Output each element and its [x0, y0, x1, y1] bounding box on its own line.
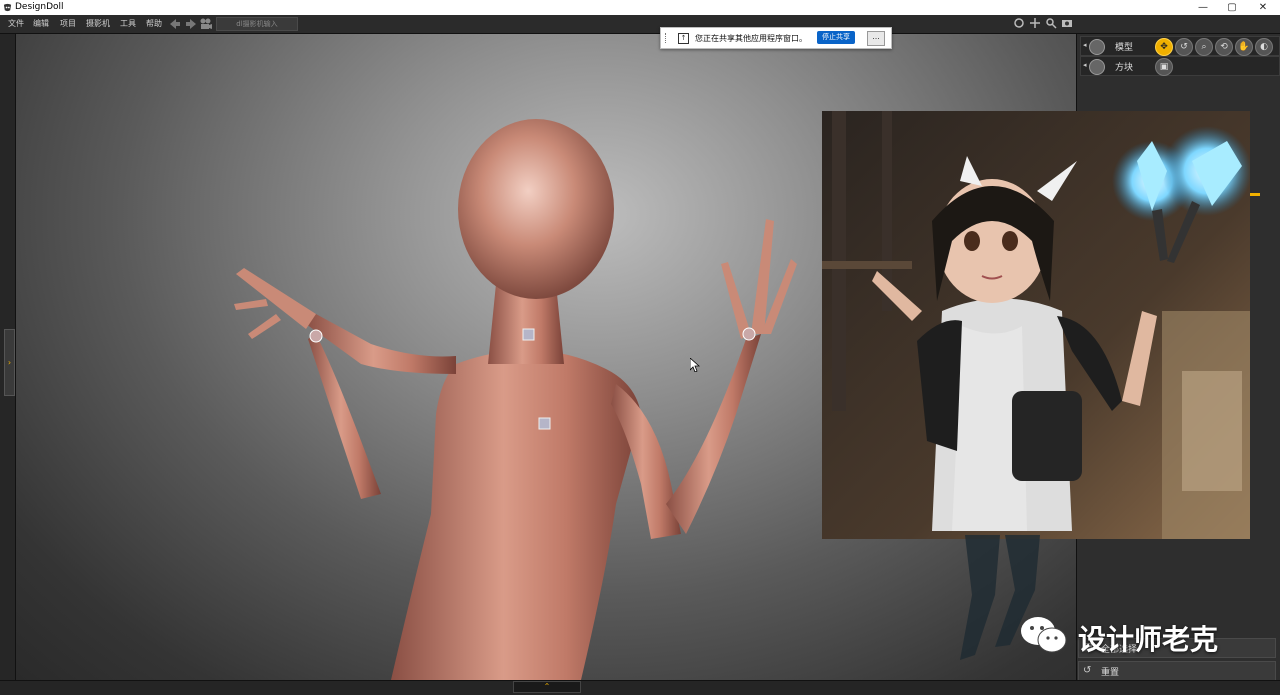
screen-share-notification: ↑ 您正在共享其他应用程序窗口。 停止共享 ... — [660, 27, 892, 49]
expand-caret-icon[interactable]: ◂ — [1083, 61, 1087, 69]
watermark-text: 设计师老克 — [1078, 623, 1219, 656]
bottom-bar: ⌃ — [0, 680, 1280, 695]
chest-control-handle[interactable] — [538, 417, 551, 430]
menu-camera[interactable]: 摄影机 — [86, 18, 110, 29]
move-tool-icon[interactable]: ✥ — [1155, 38, 1173, 56]
wechat-logo-icon — [1021, 617, 1067, 653]
menu-bar: 文件 编辑 项目 摄影机 工具 帮助 dl摄影机输入 — [0, 15, 1280, 34]
bend-tool-icon[interactable]: ↺ — [1175, 38, 1193, 56]
menu-file[interactable]: 文件 — [8, 18, 24, 29]
mouse-cursor-icon — [690, 358, 700, 372]
rotate-view-icon[interactable] — [1013, 17, 1025, 29]
panel-row-label: 模型 — [1115, 43, 1134, 53]
reset-icon: ↺ — [1083, 665, 1092, 676]
camera-input[interactable]: dl摄影机输入 — [216, 17, 298, 31]
cube-icon[interactable]: ▣ — [1155, 58, 1173, 76]
designdoll-logo-icon — [3, 3, 12, 12]
expand-caret-icon[interactable]: ◂ — [1083, 41, 1087, 49]
panel-row-block[interactable]: ◂ 方块 ▣ — [1080, 56, 1280, 76]
share-message: 您正在共享其他应用程序窗口。 — [695, 34, 807, 43]
share-more-button[interactable]: ... — [867, 31, 885, 46]
expand-bottom-panel-handle[interactable]: ⌃ — [513, 681, 581, 693]
panel-row-label: 方块 — [1115, 63, 1134, 73]
maximize-button[interactable]: ▢ — [1219, 0, 1245, 15]
menu-help[interactable]: 帮助 — [146, 18, 162, 29]
reference-image-anime-girl — [822, 111, 1250, 539]
reset-label: 重置 — [1101, 668, 1120, 678]
title-bar: DesignDoll — ▢ ✕ — [0, 0, 1280, 15]
model-icon — [1089, 39, 1105, 55]
mirror-tool-icon[interactable]: ◐ — [1255, 38, 1273, 56]
pan-view-icon[interactable] — [1029, 17, 1041, 29]
wrist-joint-left-icon[interactable] — [742, 327, 756, 341]
expand-left-panel-handle[interactable]: › — [4, 329, 15, 396]
close-button[interactable]: ✕ — [1250, 0, 1276, 15]
screenshot-camera-icon[interactable] — [1061, 17, 1073, 29]
block-icon — [1089, 59, 1105, 75]
wechat-watermark: 设计师老克 — [1018, 612, 1258, 662]
hand-pose-tool-icon[interactable]: ✋ — [1235, 38, 1253, 56]
magnify-tool-icon[interactable]: ⌕ — [1195, 38, 1213, 56]
menu-project[interactable]: 项目 — [60, 18, 76, 29]
neck-control-handle[interactable] — [522, 328, 535, 341]
rotate-tool-icon[interactable]: ⟲ — [1215, 38, 1233, 56]
window-title: DesignDoll — [15, 2, 64, 12]
left-collapse-strip: › — [0, 34, 16, 684]
reset-button[interactable]: ↺ 重置 — [1078, 661, 1276, 681]
stop-sharing-button[interactable]: 停止共享 — [817, 31, 855, 44]
panel-row-model[interactable]: ◂ 模型 ✥ ↺ ⌕ ⟲ ✋ ◐ — [1080, 36, 1280, 56]
undo-arrow-icon[interactable] — [168, 17, 182, 31]
menu-tools[interactable]: 工具 — [120, 18, 136, 29]
camera-icon[interactable] — [199, 17, 213, 31]
redo-arrow-icon[interactable] — [184, 17, 198, 31]
zoom-view-icon[interactable] — [1045, 17, 1057, 29]
share-upload-icon: ↑ — [678, 33, 689, 44]
minimize-button[interactable]: — — [1190, 0, 1216, 15]
menu-edit[interactable]: 编辑 — [33, 18, 49, 29]
wrist-joint-right-icon[interactable] — [309, 329, 323, 343]
share-bar-drag-grip[interactable] — [665, 33, 668, 43]
